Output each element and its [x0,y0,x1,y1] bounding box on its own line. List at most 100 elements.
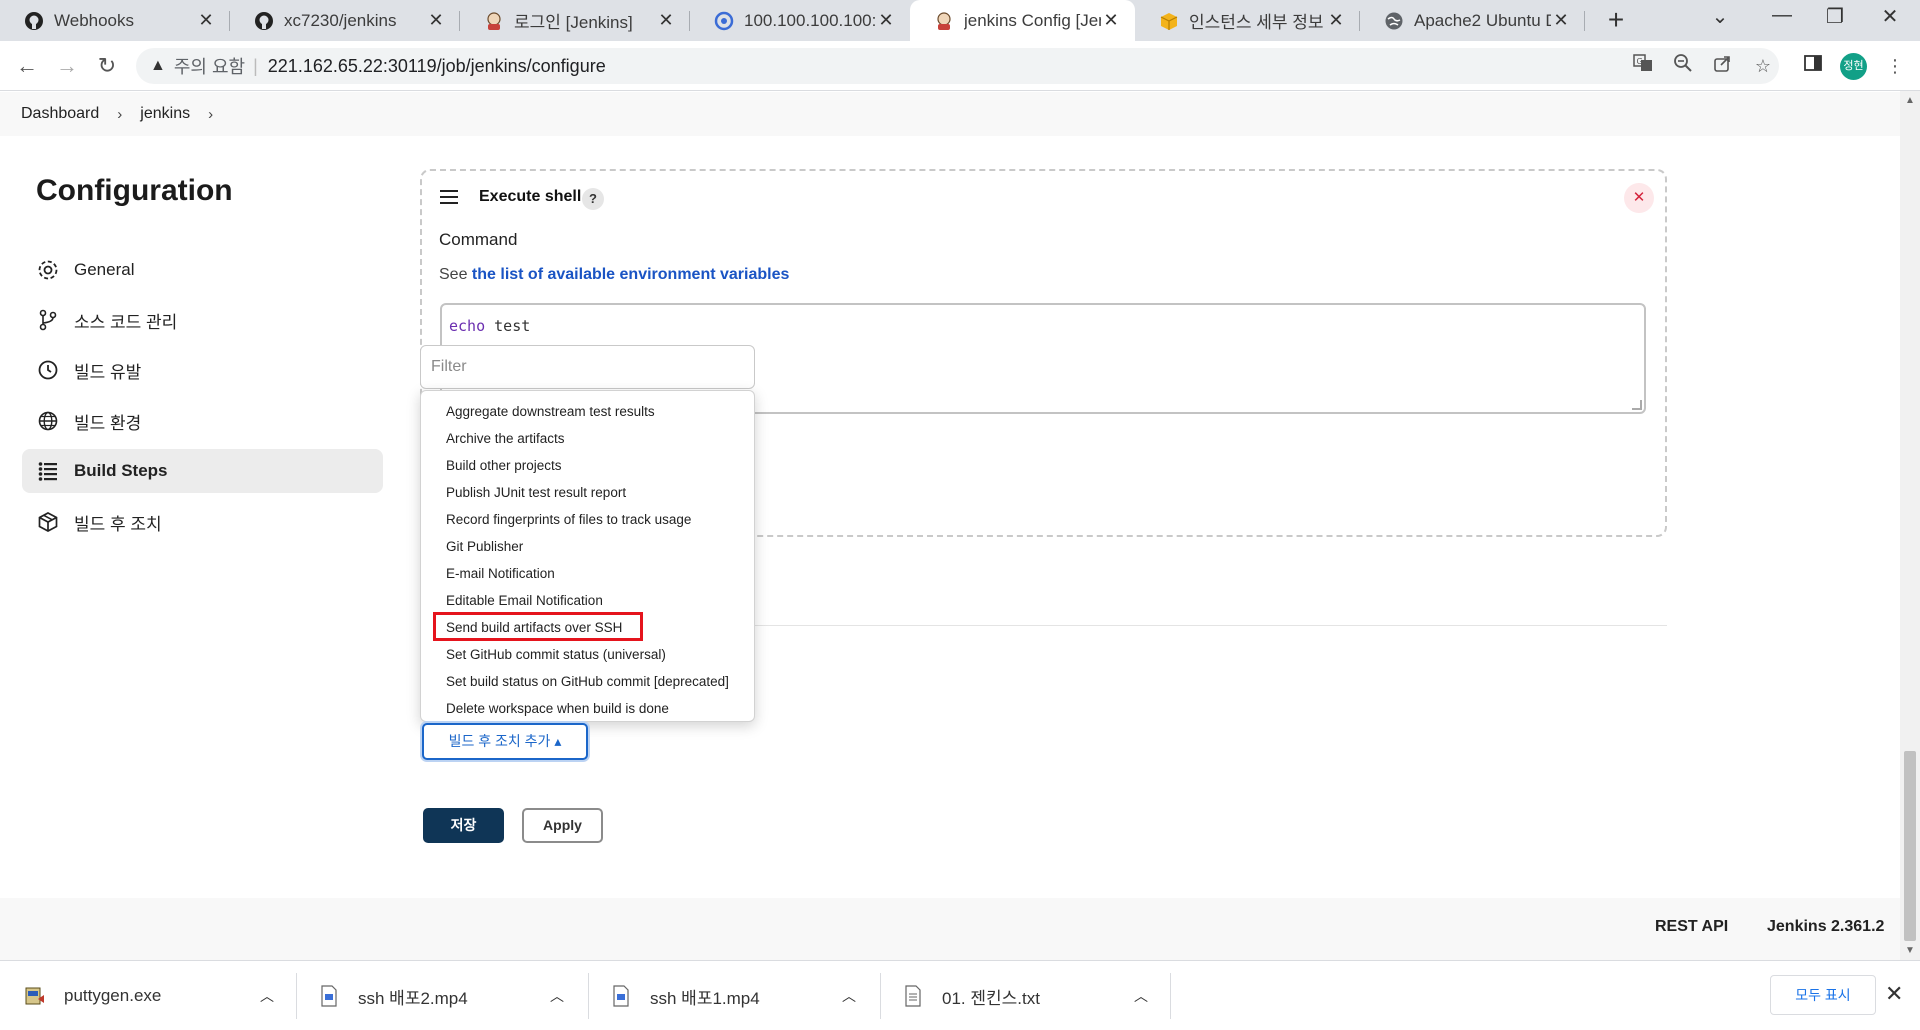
video-file-icon [610,984,632,1008]
download-item[interactable]: puttygen.exe ︿ [24,961,284,1030]
chevron-right-icon[interactable]: › [117,106,122,123]
scroll-up-arrow-icon[interactable]: ▲ [1900,95,1920,106]
breadcrumb-jenkins[interactable]: jenkins [140,105,190,123]
tab-instance-details[interactable]: 인스턴스 세부 정보 | Li ✕ [1135,0,1360,41]
security-warning[interactable]: 주의 요함 [174,53,245,79]
add-post-build-action-button[interactable]: 빌드 후 조치 추가 ▴ [422,723,588,760]
post-build-action-menu: Aggregate downstream test results Archiv… [420,390,755,722]
download-item[interactable]: ssh 배포1.mp4 ︿ [610,961,870,1030]
scroll-down-arrow-icon[interactable]: ▼ [1900,945,1920,956]
window-close-icon[interactable]: ✕ [1870,4,1910,29]
more-menu-icon[interactable]: ⋮ [1882,53,1908,79]
back-arrow-icon[interactable]: ← [12,51,42,81]
sidebar-item-build-steps[interactable]: Build Steps [22,449,383,493]
tab-jenkins-login[interactable]: 로그인 [Jenkins] ✕ [460,0,690,41]
menu-item[interactable]: E-mail Notification [421,561,754,588]
share-icon[interactable] [1710,53,1736,79]
breadcrumb-dashboard[interactable]: Dashboard [21,105,99,123]
env-vars-link[interactable]: the list of available environment variab… [472,266,789,283]
menu-item[interactable]: Archive the artifacts [421,426,754,453]
download-name: ssh 배포1.mp4 [650,988,760,1008]
gear-icon [36,258,60,282]
chevron-up-icon[interactable]: ︿ [842,986,856,1006]
tab-local-server[interactable]: 100.100.100.100:8888 ✕ [690,0,910,41]
chevron-up-icon[interactable]: ︿ [260,986,274,1006]
reload-icon[interactable]: ↻ [92,51,122,81]
help-icon[interactable]: ? [582,188,604,210]
bookmark-star-icon[interactable]: ☆ [1750,53,1776,79]
new-tab-button[interactable]: + [1600,4,1632,36]
close-icon[interactable]: ✕ [196,10,216,31]
sidebar-item-label: 빌드 유발 [74,362,142,382]
apply-button[interactable]: Apply [522,808,603,843]
restore-icon[interactable]: ❐ [1815,4,1855,29]
drag-handle-icon[interactable] [440,190,458,208]
tab-jenkins-config[interactable]: jenkins Config [Jenkins] ✕ [910,0,1135,41]
jenkins-icon [934,11,954,31]
menu-item[interactable]: Delete workspace when build is done [421,696,754,723]
resize-grip-icon[interactable] [1632,400,1642,410]
scroll-thumb[interactable] [1904,751,1916,941]
menu-item[interactable]: Set build status on GitHub commit [depre… [421,669,754,696]
translate-icon[interactable]: G [1630,53,1656,79]
filter-input[interactable]: Filter [420,345,755,389]
download-item[interactable]: 01. 젠킨스.txt ︿ [902,961,1162,1030]
menu-item[interactable]: Git Publisher [421,534,754,561]
command-args: test [485,317,531,335]
menu-item[interactable]: Build other projects [421,453,754,480]
close-icon[interactable]: ✕ [426,10,446,31]
download-item[interactable]: ssh 배포2.mp4 ︿ [318,961,578,1030]
close-icon[interactable]: ✕ [876,10,896,31]
caret-up-icon: ▴ [554,733,562,749]
github-icon [24,11,44,31]
url-text[interactable]: 221.162.65.22:30119/job/jenkins/configur… [268,56,606,77]
save-button[interactable]: 저장 [423,808,504,843]
github-icon [254,11,274,31]
menu-item[interactable]: Editable Email Notification [421,588,754,615]
show-all-downloads-button[interactable]: 모두 표시 [1770,975,1876,1015]
close-icon[interactable]: ✕ [656,10,676,31]
menu-item[interactable]: Record fingerprints of files to track us… [421,507,754,534]
close-icon[interactable]: ✕ [1101,10,1121,31]
sidebar-item-build-env[interactable]: 빌드 환경 [22,399,383,443]
video-file-icon [318,984,340,1008]
vertical-scrollbar[interactable]: ▲ ▼ [1900,91,1920,960]
menu-item[interactable]: Aggregate downstream test results [421,399,754,426]
tab-search-chevron-icon[interactable]: ⌄ [1700,4,1740,29]
menu-item[interactable]: Set GitHub commit status (universal) [421,642,754,669]
side-panel-icon[interactable] [1800,53,1826,79]
download-separator [880,973,881,1019]
download-separator [296,973,297,1019]
build-step-title: Execute shell [479,188,582,205]
close-icon[interactable]: ✕ [1551,10,1571,31]
tab-github-repo[interactable]: xc7230/jenkins ✕ [230,0,460,41]
tab-label: xc7230/jenkins [284,10,397,30]
rest-api-link[interactable]: REST API [1655,918,1728,936]
sidebar-item-scm[interactable]: 소스 코드 관리 [22,298,383,342]
profile-avatar[interactable]: 정현 [1840,53,1867,80]
sidebar-item-build-triggers[interactable]: 빌드 유발 [22,348,383,392]
globe-icon [36,409,60,433]
warning-icon[interactable]: ▲ [150,57,166,75]
jenkins-version-link[interactable]: Jenkins 2.361.2 [1767,918,1884,936]
env-vars-hint: See the list of available environment va… [439,266,789,284]
chevron-right-icon[interactable]: › [208,106,213,123]
delete-step-icon[interactable]: ✕ [1624,183,1654,213]
tab-strip: Webhooks ✕ xc7230/jenkins ✕ 로그인 [Jenkins… [0,0,1920,41]
page-title: Configuration [36,174,233,207]
chevron-up-icon[interactable]: ︿ [1134,986,1148,1006]
tab-webhooks[interactable]: Webhooks ✕ [0,0,230,41]
branch-icon [36,308,60,332]
address-bar[interactable]: ▲ 주의 요함 | 221.162.65.22:30119/job/jenkin… [136,48,1779,84]
forward-arrow-icon[interactable]: → [52,51,82,81]
zoom-icon[interactable] [1670,53,1696,79]
close-icon[interactable]: ✕ [1885,981,1903,1007]
sidebar-item-general[interactable]: General [22,248,383,292]
browser-toolbar: ← → ↻ ▲ 주의 요함 | 221.162.65.22:30119/job/… [0,41,1920,91]
sidebar-item-post-build[interactable]: 빌드 후 조치 [22,500,383,544]
minimize-icon[interactable]: — [1762,4,1802,27]
tab-apache[interactable]: Apache2 Ubuntu Def ✕ [1360,0,1585,41]
chevron-up-icon[interactable]: ︿ [550,986,564,1006]
menu-item[interactable]: Publish JUnit test result report [421,480,754,507]
close-icon[interactable]: ✕ [1326,10,1346,31]
